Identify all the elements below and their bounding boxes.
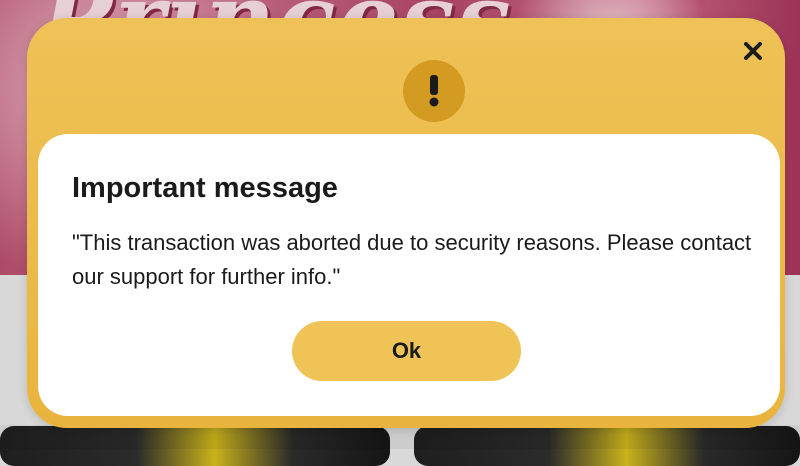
close-button[interactable] [738, 36, 768, 66]
dialog-message: "This transaction was aborted due to sec… [72, 230, 752, 289]
close-icon [744, 42, 762, 60]
ok-button[interactable]: Ok [292, 321, 521, 381]
dialog-title: Important message [72, 172, 338, 204]
exclamation-icon [403, 60, 465, 122]
